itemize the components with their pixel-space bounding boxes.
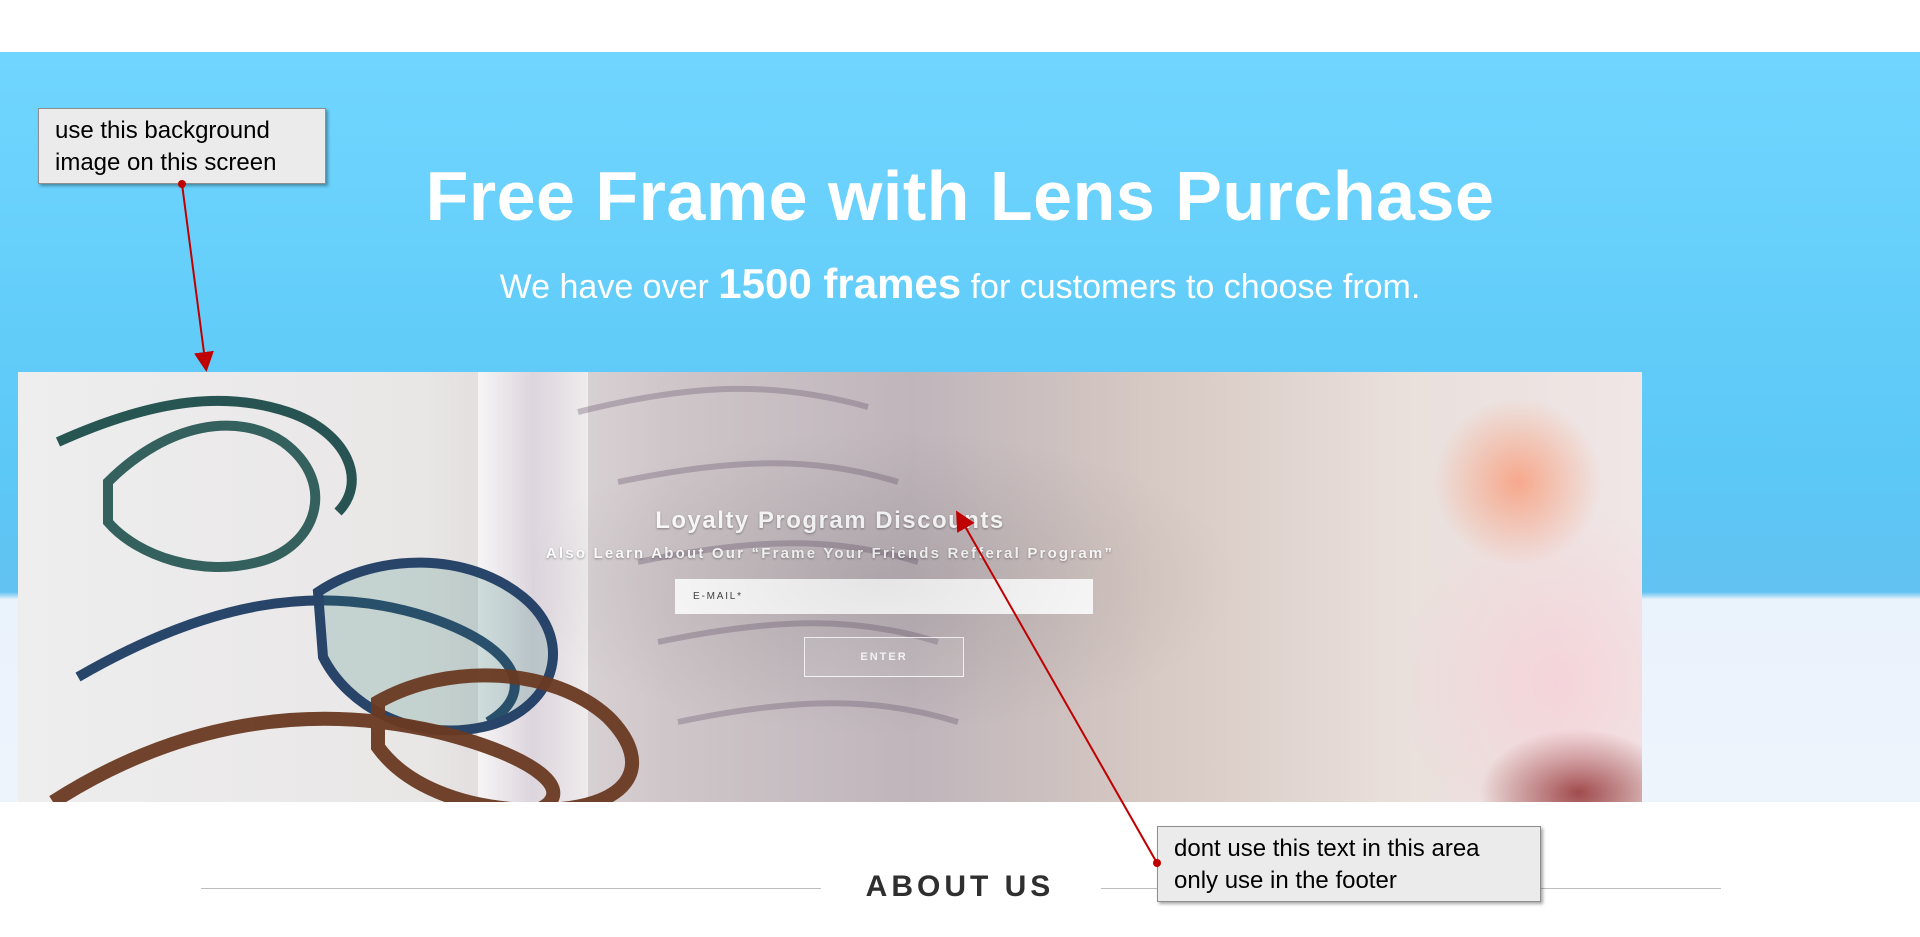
glasses-left-3 — [49, 668, 640, 802]
hero-subtitle-post: for customers to choose from. — [970, 268, 1421, 306]
promo-subtitle: Also Learn About Our “Frame Your Friends… — [545, 545, 1115, 562]
enter-button[interactable]: ENTER — [804, 637, 964, 677]
promo-title: Loyalty Program Discounts — [655, 507, 1005, 534]
about-title: ABOUT US — [865, 870, 1055, 903]
annotation-note-background: use this background image on this screen — [38, 108, 326, 184]
glasses-left-1 — [55, 395, 357, 573]
email-input[interactable] — [675, 579, 1093, 614]
annotation-note-footer-text: dont use this text in this area only use… — [1157, 826, 1541, 902]
hero-subtitle-pre: We have over — [499, 268, 709, 306]
hero-subtitle-strong: 1500 frames — [718, 260, 962, 307]
glasses-left-2 — [75, 557, 558, 736]
frames-background-photo: Loyalty Program Discounts Also Learn Abo… — [18, 372, 1642, 802]
hero-subtitle: We have over 1500 frames for customers t… — [0, 260, 1920, 308]
